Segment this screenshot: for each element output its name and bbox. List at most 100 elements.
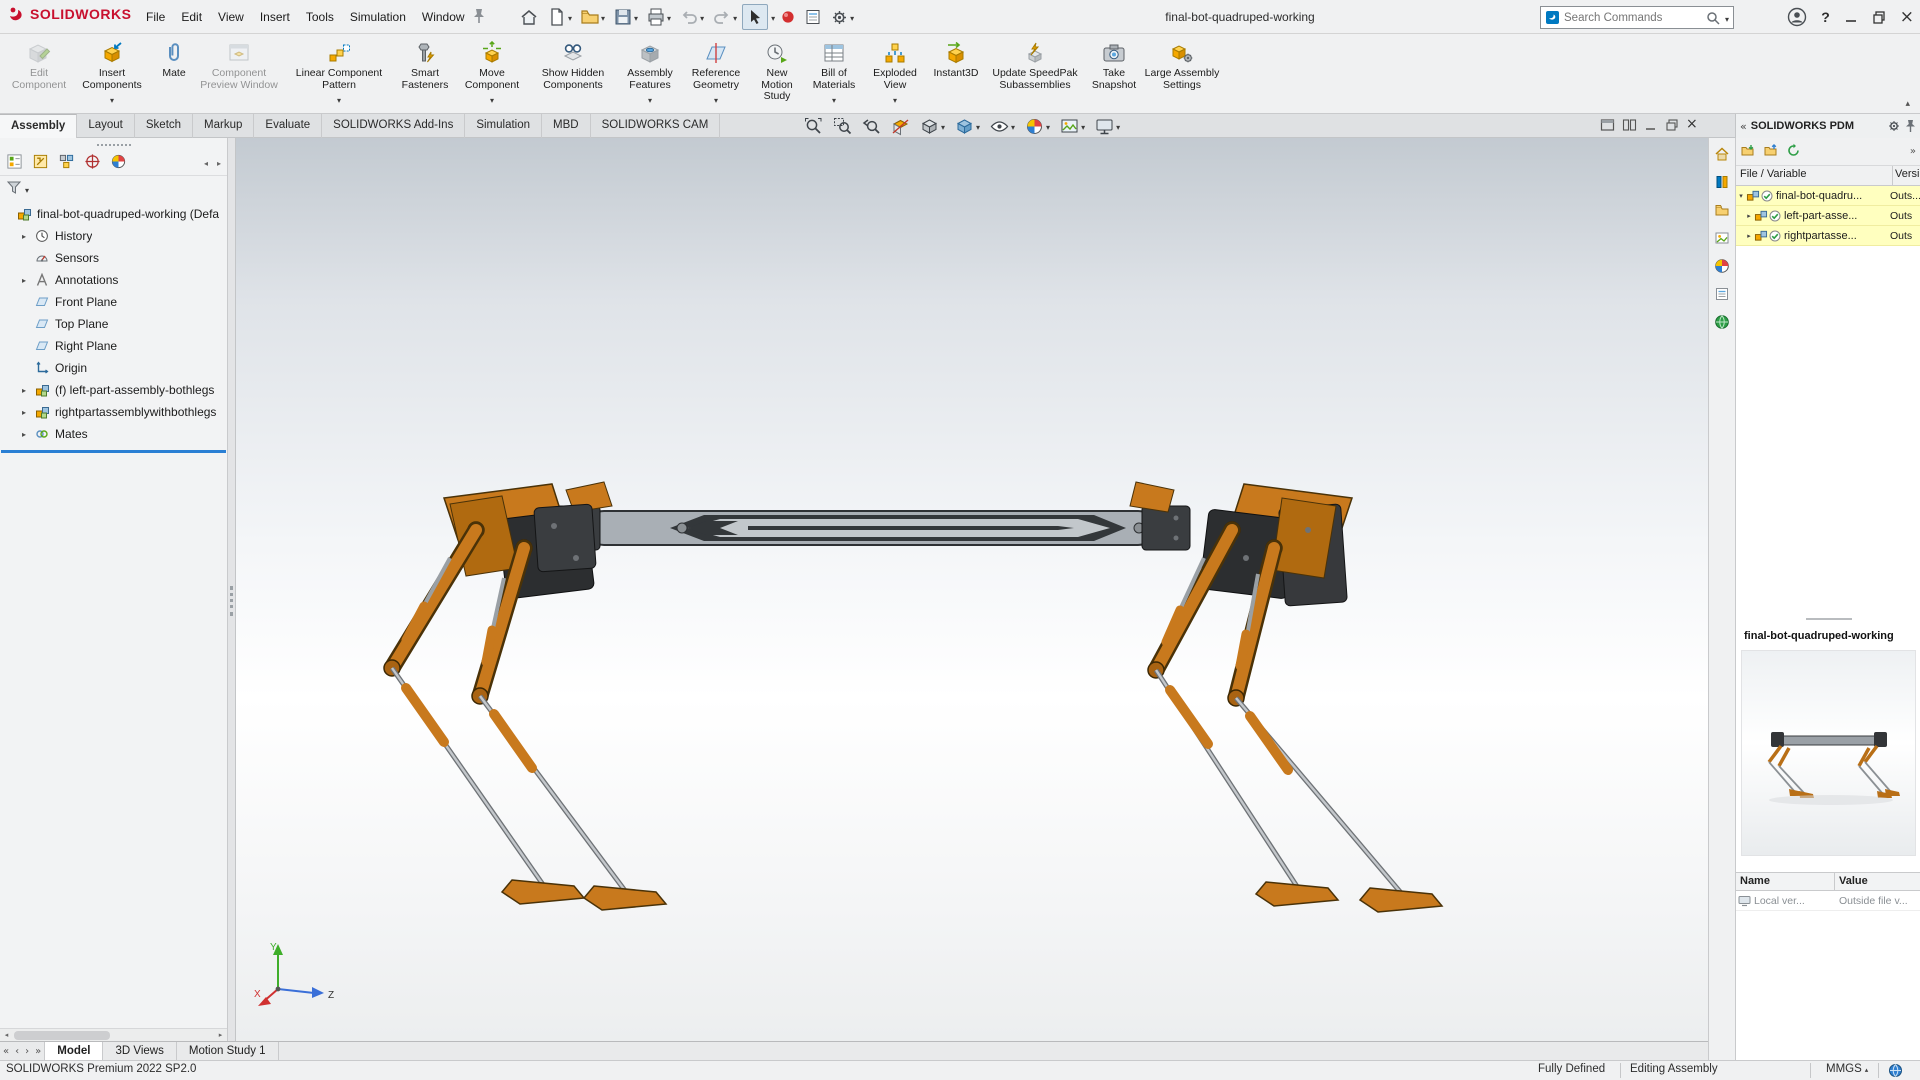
expand-arrow-icon[interactable] <box>22 232 35 241</box>
view-palette-icon[interactable] <box>1712 228 1732 248</box>
ribbon-button-new-motion-study[interactable]: New Motion Study <box>750 37 804 111</box>
pdm-row-left-part[interactable]: left-part-asse... Outs <box>1736 206 1920 226</box>
menu-file[interactable]: File <box>138 0 173 34</box>
pdm-toolbar-overflow-icon[interactable]: » <box>1910 146 1916 157</box>
ribbon-button-instant3d[interactable]: Instant3D <box>926 37 986 111</box>
new-document-button[interactable] <box>544 4 575 30</box>
dimxpertmanager-tab-icon[interactable] <box>84 153 101 173</box>
custom-properties-icon[interactable] <box>1712 284 1732 304</box>
pdm-column-version[interactable]: Versi <box>1893 166 1920 185</box>
ribbon-button-take-snapshot[interactable]: Take Snapshot <box>1084 37 1144 111</box>
pdm-refresh-icon[interactable] <box>1786 143 1801 161</box>
filter-caret-icon[interactable] <box>25 182 29 196</box>
close-doc-icon[interactable]: × <box>1686 116 1698 133</box>
scroll-right-icon[interactable]: ▸ <box>214 1031 227 1039</box>
pdm-prop-name-header[interactable]: Name <box>1736 873 1835 890</box>
hide-show-items-icon[interactable] <box>988 116 1017 137</box>
first-tab-icon[interactable]: « <box>3 1046 9 1057</box>
expand-arrow-icon[interactable] <box>22 276 35 285</box>
home-button[interactable] <box>516 4 542 30</box>
featuremanager-tab-icon[interactable] <box>6 153 23 173</box>
open-button[interactable] <box>577 4 608 30</box>
scrollbar-thumb[interactable] <box>14 1031 110 1040</box>
display-style-icon[interactable] <box>953 116 982 137</box>
tile-window-icon[interactable] <box>1622 118 1637 132</box>
tree-item-mates[interactable]: Mates <box>0 423 227 445</box>
pdm-row-root[interactable]: final-bot-quadru... Outs... <box>1736 186 1920 206</box>
expand-arrow-icon[interactable] <box>22 408 35 417</box>
tree-item-sensors[interactable]: Sensors <box>0 247 227 269</box>
collapse-pane-icon[interactable]: « <box>1740 120 1747 133</box>
propertymanager-tab-icon[interactable] <box>32 153 49 173</box>
pane-pin-icon[interactable] <box>1905 119 1916 133</box>
view-orientation-icon[interactable] <box>918 116 947 137</box>
zoom-to-fit-icon[interactable] <box>802 116 825 137</box>
command-list-button[interactable] <box>801 4 825 30</box>
tab-solidworks-cam[interactable]: SOLIDWORKS CAM <box>591 114 721 138</box>
configurationmanager-tab-icon[interactable] <box>58 153 75 173</box>
panel-tab-scroll-left-icon[interactable]: ◂ <box>204 159 208 168</box>
menu-view[interactable]: View <box>210 0 252 34</box>
save-button[interactable] <box>610 4 641 30</box>
menu-simulation[interactable]: Simulation <box>342 0 414 34</box>
tree-item-top-plane[interactable]: Top Plane <box>0 313 227 335</box>
redo-button[interactable] <box>709 4 740 30</box>
help-icon[interactable]: ? <box>1821 9 1830 25</box>
tab-mbd[interactable]: MBD <box>542 114 591 138</box>
restore-doc-icon[interactable] <box>1665 118 1679 132</box>
pdm-row-right-part[interactable]: rightpartasse... Outs <box>1736 226 1920 246</box>
tree-horizontal-scrollbar[interactable]: ◂ ▸ <box>0 1028 227 1041</box>
design-library-icon[interactable] <box>1712 172 1732 192</box>
robot-model[interactable] <box>236 138 1708 1041</box>
minimize-icon[interactable] <box>1844 10 1858 24</box>
ribbon-button-reference-geometry[interactable]: Reference Geometry <box>682 37 750 111</box>
tab-layout[interactable]: Layout <box>77 114 135 138</box>
panel-grip-handle[interactable] <box>0 138 227 151</box>
options-gear-button[interactable] <box>827 4 857 30</box>
ribbon-button-move-component[interactable]: Move Component <box>456 37 528 111</box>
pdm-prop-value-header[interactable]: Value <box>1835 873 1920 890</box>
ribbon-button-mate[interactable]: Mate <box>154 37 194 111</box>
panel-tab-scroll-right-icon[interactable]: ▸ <box>217 159 221 168</box>
tree-item-history[interactable]: History <box>0 225 227 247</box>
ribbon-button-linear-component-pattern[interactable]: Linear Component Pattern <box>284 37 394 111</box>
next-tab-icon[interactable]: › <box>25 1046 29 1057</box>
expand-arrow-icon[interactable] <box>1744 212 1754 220</box>
doc-tab-motion-study-1[interactable]: Motion Study 1 <box>177 1042 279 1060</box>
view-settings-icon[interactable] <box>1093 116 1122 137</box>
pdm-column-file[interactable]: File / Variable <box>1736 166 1893 185</box>
undo-button[interactable] <box>676 4 707 30</box>
ribbon-button-show-hidden-components[interactable]: Show Hidden Components <box>528 37 618 111</box>
apply-scene-icon[interactable] <box>1058 116 1087 137</box>
minimize-doc-icon[interactable] <box>1644 118 1658 132</box>
menu-window[interactable]: Window <box>414 0 473 34</box>
doc-tab-3d-views[interactable]: 3D Views <box>103 1042 177 1060</box>
record-sphere-button[interactable] <box>777 4 799 30</box>
home-icon[interactable] <box>1712 144 1732 164</box>
ribbon-button-bill-of-materials[interactable]: Bill of Materials <box>804 37 864 111</box>
pdm-checkout-icon[interactable] <box>1740 143 1755 161</box>
ribbon-button-exploded-view[interactable]: Exploded View <box>864 37 926 111</box>
search-input[interactable] <box>1564 11 1702 24</box>
ribbon-button-update-speedpak[interactable]: Update SpeedPak Subassemblies <box>986 37 1084 111</box>
pin-menu-icon[interactable] <box>472 8 486 27</box>
scroll-left-icon[interactable]: ◂ <box>0 1031 13 1039</box>
rollback-bar[interactable] <box>1 450 226 453</box>
restore-icon[interactable] <box>1872 10 1886 24</box>
expand-arrow-icon[interactable] <box>1736 192 1746 200</box>
graphics-viewport[interactable]: Y Z X <box>236 138 1708 1041</box>
previous-view-icon[interactable] <box>860 116 883 137</box>
appearances-icon[interactable] <box>1712 256 1732 276</box>
expand-arrow-icon[interactable] <box>1744 232 1754 240</box>
tree-root-assembly[interactable]: final-bot-quadruped-working (Defa <box>0 203 227 225</box>
ribbon-button-large-assembly-settings[interactable]: Large Assembly Settings <box>1144 37 1220 111</box>
select-arrow-button[interactable] <box>742 4 769 30</box>
pdm-status-tray-icon[interactable] <box>1888 1063 1903 1080</box>
filter-funnel-icon[interactable] <box>6 180 22 198</box>
tab-markup[interactable]: Markup <box>193 114 255 138</box>
float-window-icon[interactable] <box>1600 118 1615 132</box>
units-selector[interactable]: MMGS <box>1826 1063 1868 1075</box>
expand-arrow-icon[interactable] <box>22 430 35 439</box>
ribbon-button-smart-fasteners[interactable]: Smart Fasteners <box>394 37 456 111</box>
tree-item-right-part-assembly[interactable]: rightpartassemblywithbothlegs <box>0 401 227 423</box>
